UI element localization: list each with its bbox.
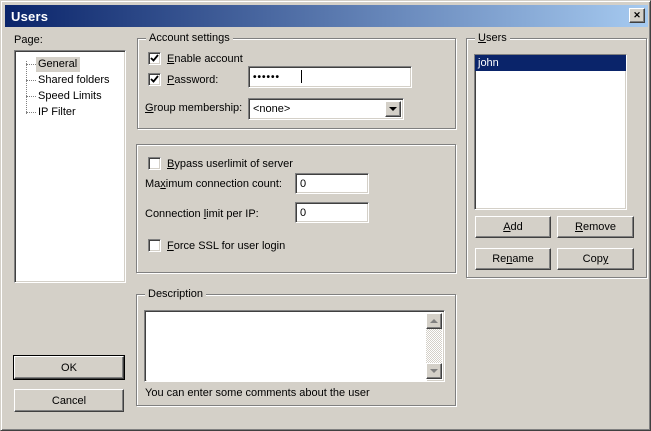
close-icon: ✕ <box>633 11 641 20</box>
group-membership-select[interactable]: <none> <box>248 98 404 120</box>
description-box <box>144 310 445 382</box>
group-membership-value: <none> <box>253 103 290 116</box>
page-label: Page: <box>14 34 43 47</box>
check-icon <box>150 54 159 63</box>
remove-user-button[interactable]: Remove <box>557 216 634 238</box>
force-ssl-label[interactable]: Force SSL for user login <box>167 240 285 253</box>
tree-item-label[interactable]: Shared folders <box>36 73 113 88</box>
tree-line-connector <box>26 80 36 81</box>
chevron-down-icon <box>389 107 397 111</box>
enable-account-checkbox[interactable] <box>148 52 161 65</box>
title-bar[interactable]: Users ✕ <box>5 5 648 27</box>
users-dialog: Users ✕ Page: General Shared folders Spe… <box>0 0 651 431</box>
user-list-item[interactable]: john <box>475 55 626 71</box>
connection-limit-per-ip-label: Connection limit per IP: <box>145 208 259 221</box>
text-caret <box>301 70 302 83</box>
force-ssl-checkbox[interactable] <box>148 239 161 252</box>
group-membership-label: Group membership: <box>145 102 242 115</box>
connection-limit-per-ip-input[interactable] <box>295 202 369 223</box>
close-button[interactable]: ✕ <box>629 8 645 23</box>
tree-line-connector <box>26 64 36 65</box>
scroll-down-button[interactable] <box>426 363 442 379</box>
bypass-userlimit-checkbox[interactable] <box>148 157 161 170</box>
description-group-label: Description <box>145 288 206 301</box>
page-tree[interactable]: General Shared folders Speed Limits IP F… <box>14 50 126 283</box>
cancel-button[interactable]: Cancel <box>14 389 124 412</box>
connection-limits-group: Bypass userlimit of server Maximum conne… <box>136 144 456 273</box>
bypass-userlimit-label[interactable]: Bypass userlimit of server <box>167 158 293 171</box>
tree-item-shared-folders[interactable]: Shared folders <box>17 72 123 88</box>
copy-user-button[interactable]: Copy <box>557 248 634 270</box>
description-hint: You can enter some comments about the us… <box>145 387 370 400</box>
users-group: Users john Add Remove Rename Copy <box>466 38 647 278</box>
window-title: Users <box>5 9 48 24</box>
tree-item-label[interactable]: Speed Limits <box>36 89 105 104</box>
rename-user-button[interactable]: Rename <box>475 248 551 270</box>
tree-item-label[interactable]: General <box>36 57 80 72</box>
description-scrollbar[interactable] <box>426 313 442 379</box>
password-label[interactable]: Password: <box>167 74 218 87</box>
ok-button[interactable]: OK <box>14 356 124 379</box>
account-settings-group-label: Account settings <box>146 32 233 45</box>
description-textarea[interactable] <box>147 313 427 381</box>
tree-item-ip-filter[interactable]: IP Filter <box>17 104 123 120</box>
tree-item-general[interactable]: General <box>17 56 123 72</box>
scroll-up-button[interactable] <box>426 313 442 329</box>
account-settings-group: Account settings Enable account Password… <box>137 38 456 129</box>
password-checkbox[interactable] <box>148 73 161 86</box>
users-group-label: Users <box>475 32 510 45</box>
dropdown-button[interactable] <box>385 101 401 117</box>
description-group: Description You can enter some comments … <box>136 294 456 406</box>
enable-account-label[interactable]: Enable account <box>167 53 243 66</box>
password-input[interactable] <box>248 66 412 88</box>
users-listbox[interactable]: john <box>474 54 627 210</box>
add-user-button[interactable]: Add <box>475 216 551 238</box>
max-connection-count-label: Maximum connection count: <box>145 178 282 191</box>
arrow-down-icon <box>430 369 438 373</box>
tree-line-connector <box>26 112 36 113</box>
max-connection-count-input[interactable] <box>295 173 369 194</box>
tree-item-speed-limits[interactable]: Speed Limits <box>17 88 123 104</box>
check-icon <box>150 75 159 84</box>
arrow-up-icon <box>430 319 438 323</box>
tree-line-connector <box>26 96 36 97</box>
tree-item-label[interactable]: IP Filter <box>36 105 79 120</box>
